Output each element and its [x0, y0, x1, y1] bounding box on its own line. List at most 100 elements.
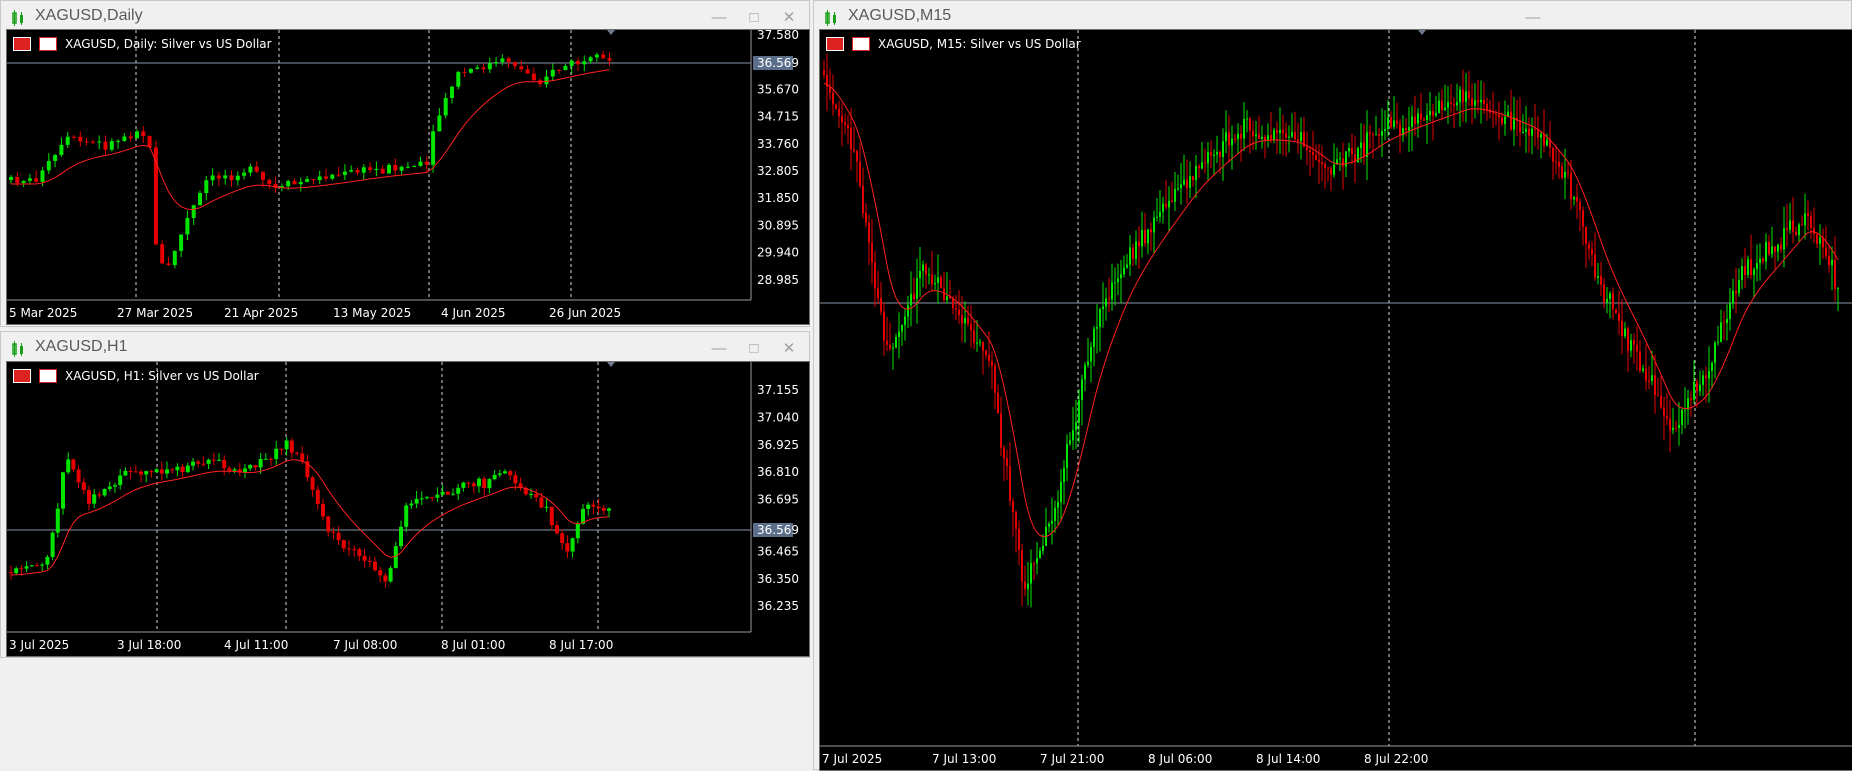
candle-body — [357, 549, 362, 556]
candle-body — [1114, 282, 1116, 284]
candle-body — [378, 570, 383, 576]
y-tick-label: 36.235 — [757, 599, 799, 613]
candle-body — [1702, 375, 1704, 385]
candle-body — [15, 176, 20, 184]
minimize-button[interactable]: — — [1521, 7, 1545, 29]
candle-body — [1288, 136, 1290, 138]
y-tick-label: 36.569 — [757, 56, 799, 70]
candle-body — [1009, 465, 1011, 501]
close-button[interactable]: ✕ — [777, 7, 801, 29]
candle-body — [1531, 128, 1533, 136]
price-chart-m15[interactable]: 7 Jul 2025 7 Jul 13:00 7 Jul 21:00 8 Jul 06… — [820, 30, 1852, 771]
candle-body — [576, 60, 580, 65]
candle-body — [123, 470, 128, 476]
candle-body — [1831, 259, 1833, 266]
chart-symbol-label: XAGUSD, M15: Silver vs US Dollar — [878, 37, 1081, 51]
chart-window-m15[interactable]: XAGUSD,M15 — 7 Jul 2025 7 Jul 13:00 7 Jul … — [813, 0, 1852, 771]
candle-body — [289, 440, 294, 453]
candle-body — [1813, 227, 1815, 235]
y-tick-label: 32.805 — [757, 164, 799, 178]
price-chart-h1[interactable]: 37.155 37.040 36.925 36.810 36.695 36.569 36.4… — [7, 362, 810, 657]
candle-body — [24, 566, 29, 569]
candle-body — [916, 278, 918, 299]
candle-body — [1594, 254, 1596, 278]
candle-body — [109, 141, 114, 150]
candle-body — [1312, 152, 1314, 156]
candle-body — [569, 60, 574, 66]
candle-body — [1705, 375, 1707, 379]
candle-body — [27, 178, 32, 181]
moving-average-line — [10, 459, 610, 576]
chart-window-h1[interactable]: XAGUSD,H1 — □ ✕ 37.155 37.040 36.925 36.810… — [0, 331, 810, 658]
shift-marker — [607, 362, 615, 367]
price-chart-daily[interactable]: 37.580 36.569 35.670 34.715 33.760 32.805 31.8… — [7, 30, 810, 325]
candle-body — [1666, 415, 1668, 419]
candle-body — [1132, 247, 1134, 259]
candle-body — [550, 69, 555, 77]
candle-body — [1144, 229, 1146, 244]
candle-body — [1615, 309, 1617, 314]
candle-body — [191, 205, 196, 218]
y-tick-label: 36.810 — [757, 465, 799, 479]
candle-body — [242, 172, 247, 176]
chart-area[interactable]: 7 Jul 2025 7 Jul 13:00 7 Jul 21:00 8 Jul 06… — [819, 29, 1852, 771]
chart-area[interactable]: 37.155 37.040 36.925 36.810 36.695 36.569 36.4… — [6, 361, 810, 657]
candle-body — [321, 503, 325, 517]
candle-body — [383, 575, 388, 582]
candle-body — [991, 361, 993, 366]
chart-area[interactable]: 37.580 36.569 35.670 34.715 33.760 32.805 31.8… — [6, 29, 810, 325]
candle-body — [66, 459, 71, 473]
candle-body — [40, 170, 45, 182]
moving-average-line — [11, 69, 610, 210]
candle-body — [1597, 276, 1599, 278]
minimize-button[interactable]: — — [707, 338, 731, 360]
candle-body — [555, 525, 559, 534]
minimize-button[interactable]: — — [707, 7, 731, 29]
candle-body — [1048, 523, 1050, 527]
candle-body — [45, 556, 50, 565]
candle-body — [1129, 247, 1131, 265]
maximize-button[interactable]: □ — [742, 7, 766, 29]
x-tick-label: 7 Jul 2025 — [822, 752, 882, 766]
maximize-button[interactable]: □ — [742, 338, 766, 360]
candle-body — [1072, 430, 1074, 441]
candle-body — [298, 181, 303, 185]
candle-body — [534, 493, 539, 498]
candle-body — [267, 179, 272, 184]
candle-body — [1405, 128, 1407, 131]
candle-body — [103, 141, 108, 150]
candle-body — [994, 365, 996, 393]
candle-body — [1111, 282, 1113, 300]
x-tick-label: 8 Jul 06:00 — [1148, 752, 1212, 766]
candle-body — [450, 86, 454, 98]
candle-body — [838, 108, 840, 117]
candle-body — [269, 458, 273, 460]
candle-body — [868, 222, 870, 243]
y-tick-label: 36.569 — [757, 523, 799, 537]
candle-body — [898, 331, 900, 338]
candle-body — [1693, 381, 1695, 400]
candle-body — [1675, 427, 1677, 429]
candle-body — [1651, 375, 1653, 381]
candle-body — [55, 508, 60, 533]
candle-body — [525, 69, 530, 74]
candle-body — [1438, 100, 1440, 114]
candle-body — [414, 498, 419, 504]
candle-body — [1387, 117, 1389, 130]
candle-body — [850, 128, 852, 150]
candle-body — [222, 459, 227, 469]
close-button[interactable]: ✕ — [777, 338, 801, 360]
candle-body — [14, 568, 19, 574]
candle-body — [937, 277, 939, 284]
chart-symbol-label: XAGUSD, Daily: Silver vs US Dollar — [65, 37, 272, 51]
candle-body — [1054, 507, 1056, 521]
chart-window-daily[interactable]: XAGUSD,Daily — □ ✕ 37.580 36.569 35.670 34.… — [0, 0, 810, 327]
candle-body — [128, 470, 133, 472]
candle-body — [889, 344, 891, 349]
candle-body — [1447, 102, 1449, 108]
candle-body — [1777, 244, 1779, 252]
candle-body — [560, 533, 565, 544]
candle-body — [1123, 267, 1125, 275]
candle-body — [1225, 132, 1227, 142]
candle-body — [492, 474, 497, 480]
